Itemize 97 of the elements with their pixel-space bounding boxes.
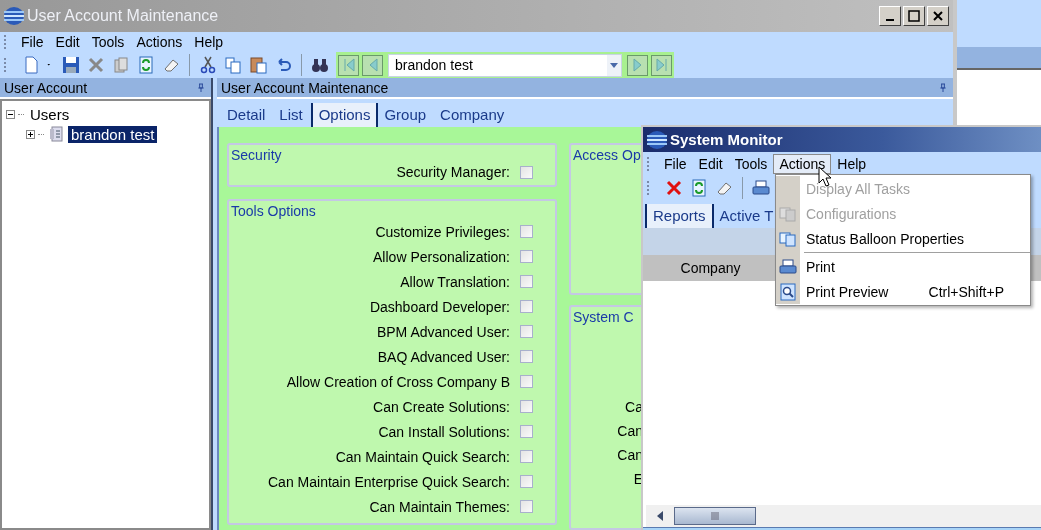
window-title: User Account Maintenance xyxy=(27,7,219,25)
option-label: Can Install Solutions: xyxy=(378,423,510,440)
checkbox[interactable] xyxy=(520,300,533,313)
option-label: Allow Personalization: xyxy=(373,248,510,265)
first-icon xyxy=(342,58,355,72)
maximize-icon xyxy=(908,10,920,22)
checkbox[interactable] xyxy=(520,375,533,388)
documents-icon[interactable] xyxy=(112,56,130,74)
previous-record-button[interactable] xyxy=(362,54,383,76)
group-title: Security xyxy=(231,147,283,163)
minimize-button[interactable] xyxy=(879,6,901,26)
windows-icon[interactable] xyxy=(779,229,797,248)
checkbox[interactable] xyxy=(520,165,533,179)
maximize-button[interactable] xyxy=(903,6,925,26)
close-button[interactable] xyxy=(927,6,949,26)
option-label: Allow Translation: xyxy=(400,273,510,290)
option-label: Can Maintain Enterprise Quick Search: xyxy=(268,473,510,490)
pane-title: User Account xyxy=(4,79,88,96)
pin-icon[interactable] xyxy=(195,81,207,94)
option-label: Can Create Solutions: xyxy=(373,398,510,415)
search-icon[interactable] xyxy=(311,56,329,74)
group-title: System C xyxy=(573,309,635,325)
group-title: Access Op xyxy=(573,147,642,163)
menu-item[interactable]: Status Balloon Properties xyxy=(776,226,1030,251)
option-label: BPM Advanced User: xyxy=(376,323,510,340)
new-document-icon[interactable] xyxy=(22,56,40,74)
menu-item[interactable]: Tools xyxy=(85,32,131,52)
tree-item[interactable]: brandon test xyxy=(68,125,158,143)
dropdown-button[interactable] xyxy=(607,54,621,76)
menu-item[interactable]: Actions xyxy=(773,153,832,174)
column-header: Company xyxy=(679,260,742,276)
menu-item[interactable]: Print Preview Ctrl+Shift+P xyxy=(776,279,1030,304)
next-icon xyxy=(631,58,644,72)
option-label: Customize Privileges: xyxy=(375,223,510,240)
menu-item[interactable]: Edit xyxy=(692,153,729,174)
checkbox[interactable] xyxy=(520,350,533,363)
menu-item[interactable]: Tools xyxy=(728,153,774,174)
collapse-button[interactable] xyxy=(6,109,15,119)
menu-item[interactable]: File xyxy=(15,32,50,52)
next-record-button[interactable] xyxy=(627,54,648,76)
option-label: BAQ Advanced User: xyxy=(377,348,510,365)
pin-icon[interactable] xyxy=(937,81,949,94)
save-icon[interactable] xyxy=(62,56,80,74)
checkbox[interactable] xyxy=(520,450,533,463)
window-title: System Monitor xyxy=(670,131,783,148)
record-combo-box[interactable]: brandon test xyxy=(388,53,622,77)
menu-item[interactable]: Actions xyxy=(130,32,189,52)
minimize-icon xyxy=(886,19,894,21)
checkbox[interactable] xyxy=(520,325,533,338)
menu-item[interactable]: Help xyxy=(831,153,873,174)
tab[interactable]: Reports xyxy=(645,204,714,228)
option-label: Dashboard Developer: xyxy=(369,298,510,315)
tab[interactable]: List xyxy=(273,103,311,127)
tree-item[interactable]: Users xyxy=(27,105,73,123)
close-icon xyxy=(933,11,943,21)
menu-item[interactable]: File xyxy=(658,153,693,174)
pane-title: User Account Maintenance xyxy=(221,79,389,96)
print-preview-icon[interactable] xyxy=(779,282,797,301)
checkbox[interactable] xyxy=(520,275,533,288)
refresh-icon[interactable] xyxy=(137,56,155,74)
tab[interactable]: Company xyxy=(434,103,513,127)
tab[interactable]: Options xyxy=(310,103,379,127)
delete-icon[interactable] xyxy=(665,178,683,197)
expand-button[interactable] xyxy=(26,129,35,139)
refresh-icon[interactable] xyxy=(690,178,708,197)
option-label: Security Manager: xyxy=(396,164,510,180)
checkbox[interactable] xyxy=(520,400,533,413)
printer-icon[interactable] xyxy=(752,178,770,197)
group-title: Tools Options xyxy=(231,203,317,219)
first-record-button[interactable] xyxy=(338,54,359,76)
address-book-icon[interactable] xyxy=(47,125,65,143)
option-label: Allow Creation of Cross Company B xyxy=(286,373,510,390)
tab[interactable]: Detail xyxy=(221,103,274,127)
checkbox[interactable] xyxy=(520,500,533,513)
checkbox[interactable] xyxy=(520,225,533,238)
scrollbar-thumb[interactable] xyxy=(674,507,756,525)
option-label: Can Maintain Quick Search: xyxy=(335,448,510,465)
checkbox[interactable] xyxy=(520,250,533,263)
printer-icon[interactable] xyxy=(779,257,797,276)
app-logo-icon xyxy=(4,7,24,25)
delete-icon[interactable] xyxy=(87,56,105,74)
menu-item[interactable]: Edit xyxy=(49,32,86,52)
paste-icon[interactable] xyxy=(249,56,267,74)
checkbox[interactable] xyxy=(520,425,533,438)
copy-icon[interactable] xyxy=(224,56,242,74)
grip-icon xyxy=(711,512,719,520)
checkbox[interactable] xyxy=(520,475,533,488)
menu-item[interactable]: Print xyxy=(776,254,1030,279)
menu-item[interactable]: Help xyxy=(188,32,230,52)
option-label: Can Maintain Themes: xyxy=(369,498,510,515)
plus-icon xyxy=(27,130,34,138)
cut-icon[interactable] xyxy=(199,56,217,74)
app-logo-icon xyxy=(647,130,667,149)
tab[interactable]: Group xyxy=(378,103,435,127)
last-icon xyxy=(655,58,668,72)
left-arrow-icon xyxy=(657,511,663,521)
last-record-button[interactable] xyxy=(651,54,672,76)
